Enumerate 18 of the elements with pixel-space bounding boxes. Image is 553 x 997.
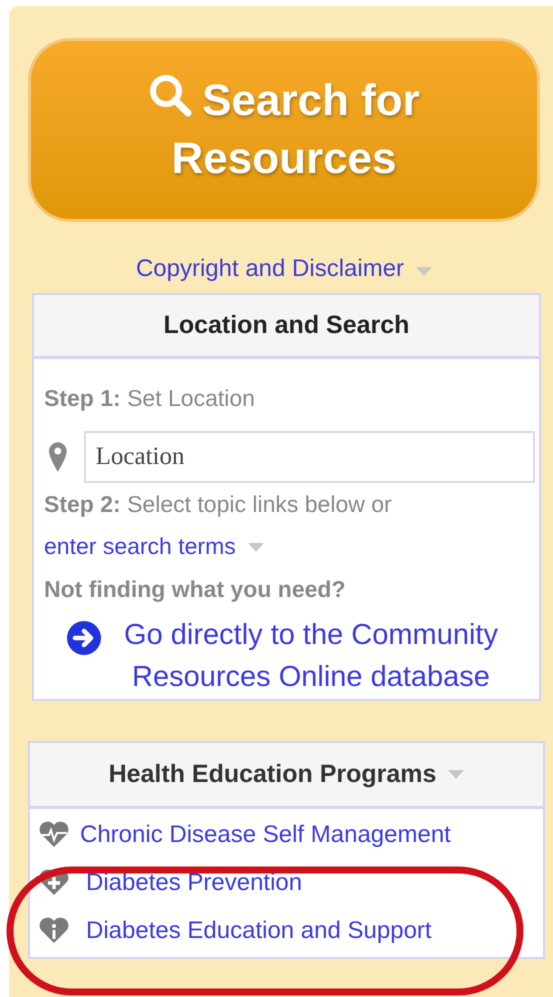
panel-title: Location and Search [164, 310, 410, 341]
caret-icon [448, 770, 464, 779]
database-link[interactable]: Go directly to the Community Resources Online database [86, 614, 506, 698]
arrow-circle-icon [66, 620, 102, 656]
search-terms-link[interactable]: enter search terms [44, 533, 236, 559]
location-pin-icon [48, 442, 68, 472]
program-link[interactable]: Diabetes Prevention [86, 865, 302, 901]
panel-title: Health Education Programs [108, 758, 436, 790]
step-text: Step 1: Set Location [44, 384, 256, 413]
copyright-link[interactable]: Copyright and Disclaimer [136, 255, 404, 282]
caret-icon [248, 543, 264, 552]
caret-icon [416, 267, 432, 276]
program-link[interactable]: Chronic Disease Self Management [80, 817, 451, 853]
program-link[interactable]: Diabetes Education and Support [86, 913, 432, 949]
step-text: Step 2: Select topic links below or [44, 490, 393, 519]
not-finding-text: Not finding what you need? [44, 574, 347, 604]
location-field[interactable]: Location [84, 430, 535, 482]
search-icon [148, 73, 194, 119]
